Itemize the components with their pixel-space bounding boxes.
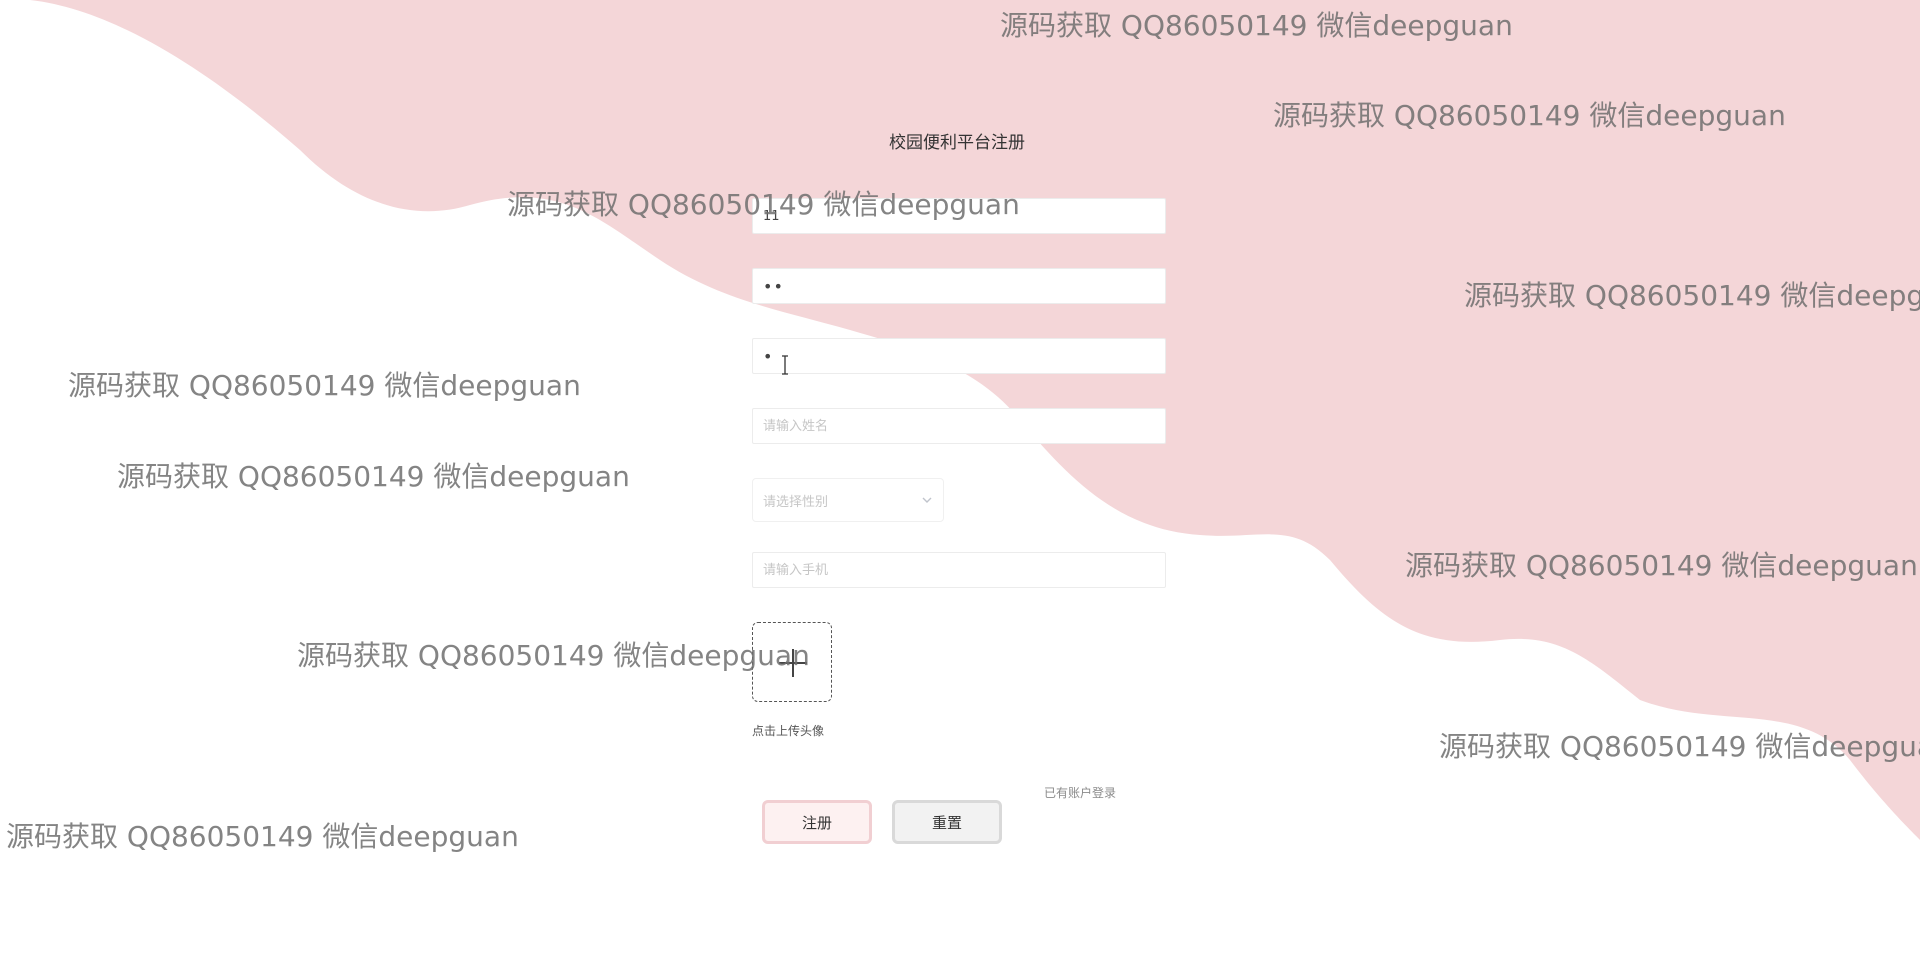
text-cursor-icon — [782, 355, 788, 375]
register-button[interactable]: 注册 — [762, 800, 872, 844]
page-title: 校园便利平台注册 — [889, 133, 1025, 153]
password-input[interactable] — [752, 268, 1166, 304]
upload-hint: 点击上传头像 — [752, 724, 825, 738]
phone-input[interactable] — [752, 552, 1166, 588]
name-input[interactable] — [752, 408, 1166, 444]
avatar-upload-button[interactable] — [752, 622, 832, 702]
account-input[interactable] — [752, 198, 1166, 234]
plus-icon — [779, 649, 807, 677]
confirm-password-input[interactable] — [752, 338, 1166, 374]
gender-select[interactable]: 请选择性别 — [752, 478, 944, 522]
reset-button[interactable]: 重置 — [892, 800, 1002, 844]
login-link[interactable]: 已有账户登录 — [1044, 784, 1116, 801]
chevron-down-icon — [922, 497, 932, 503]
gender-select-placeholder: 请选择性别 — [763, 494, 829, 510]
